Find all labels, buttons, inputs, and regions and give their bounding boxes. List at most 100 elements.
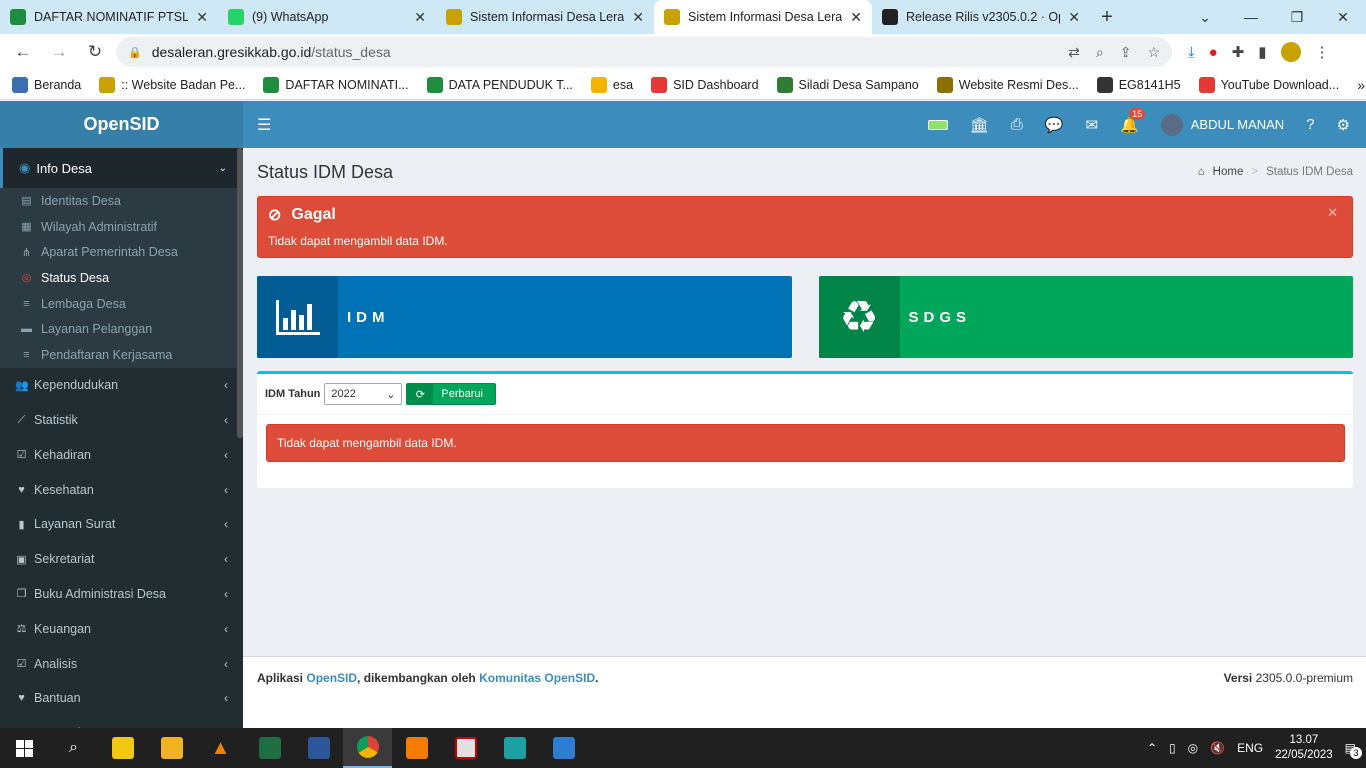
sidebar-item[interactable]: ♥ Kesehatan ‹	[0, 472, 243, 507]
user-menu[interactable]: ABDUL MANAN	[1160, 113, 1284, 136]
sidebar-item[interactable]: 👥 Kependudukan ‹	[0, 368, 243, 403]
photos-icon[interactable]	[539, 728, 588, 768]
opensid-link[interactable]: OpenSID	[306, 671, 357, 685]
tray-up-chevron-icon[interactable]: ⌃	[1147, 741, 1157, 755]
community-link[interactable]: Komunitas OpenSID	[479, 671, 595, 685]
excel-icon[interactable]	[245, 728, 294, 768]
alert-close-icon[interactable]: ✕	[1327, 205, 1338, 221]
file-explorer-icon[interactable]	[147, 728, 196, 768]
url-bar[interactable]: 🔒 desaleran.gresikkab.go.id/status_desa …	[116, 37, 1172, 67]
extension-red-icon[interactable]: ●	[1209, 44, 1218, 61]
sidebar-subitem[interactable]: ≡ Pendaftaran Kerjasama	[0, 342, 243, 368]
tab-close-icon[interactable]: ✕	[1068, 9, 1080, 26]
sidebar-subitem[interactable]: ◎ Status Desa	[0, 265, 243, 291]
sidebar-item[interactable]: ☑ Kehadiran ‹	[0, 437, 243, 472]
translate-icon[interactable]: ⇄	[1068, 44, 1080, 61]
tab-close-icon[interactable]: ✕	[850, 9, 862, 26]
bookmark-item[interactable]: :: Website Badan Pe...	[99, 76, 245, 93]
network-icon[interactable]: ◎	[1188, 741, 1198, 755]
clock[interactable]: 13.07 22/05/2023	[1275, 733, 1333, 763]
bookmark-star-icon[interactable]: ☆	[1147, 44, 1160, 61]
back-icon[interactable]: ←	[8, 37, 38, 67]
download-icon[interactable]: ⤓	[1188, 44, 1195, 61]
year-select[interactable]: 2022 ⌄	[324, 383, 403, 405]
bookmarks-bar: » Beranda:: Website Badan Pe... DAFTAR NO…	[0, 70, 1366, 100]
print-icon[interactable]: ⎙	[1011, 116, 1023, 133]
bookmark-item[interactable]: DAFTAR NOMINATI...	[263, 76, 409, 93]
menu-toggle-icon[interactable]: ☰	[257, 115, 271, 135]
action-center-icon[interactable]: ▤ 3	[1345, 741, 1362, 759]
bookmark-item[interactable]: esa	[590, 76, 633, 93]
extensions-puzzle-icon[interactable]: ✚	[1232, 43, 1245, 61]
settings-gear-icon[interactable]: ⚙	[1337, 116, 1350, 134]
browser-tab[interactable]: Sistem Informasi Desa Leran ✕	[436, 0, 654, 34]
sidebar-item[interactable]: ♥ Bantuan ‹	[0, 681, 243, 716]
sidebar-subitem[interactable]: ≡ Lembaga Desa	[0, 291, 243, 317]
bookmark-item[interactable]: DATA PENDUDUK T...	[426, 76, 573, 93]
sidebar-item[interactable]: ▣ Sekretariat ‹	[0, 542, 243, 577]
side-panel-icon[interactable]: ▮	[1258, 43, 1266, 61]
idm-info-box[interactable]: IDM	[257, 276, 792, 358]
sidebar-item[interactable]: ❐ Buku Administrasi Desa ‹	[0, 577, 243, 612]
app-logo[interactable]: OpenSID	[0, 101, 243, 148]
sidebar-item[interactable]: ▦Pertanahan‹	[0, 716, 243, 728]
sidebar-item[interactable]: ⟋ Statistik ‹	[0, 403, 243, 438]
sticky-notes-icon[interactable]	[98, 728, 147, 768]
bookmark-item[interactable]: EG8141H5	[1096, 76, 1181, 93]
bookmarks-overflow-icon[interactable]: »	[1357, 77, 1365, 93]
zoom-icon[interactable]: ⌕	[1096, 44, 1104, 61]
heartbeat-icon: ♥	[18, 483, 25, 496]
bank-icon[interactable]: 🏛	[970, 116, 989, 134]
chat-icon[interactable]: 💬	[1045, 116, 1064, 134]
tab-close-icon[interactable]: ✕	[414, 9, 426, 26]
reload-icon[interactable]: ↻	[80, 37, 110, 67]
profile-avatar[interactable]	[1280, 42, 1301, 62]
tray-device-icon[interactable]: ▯	[1169, 741, 1176, 755]
sidebar-item[interactable]: ☑ Analisis ‹	[0, 646, 243, 681]
search-icon[interactable]: ⌕	[49, 728, 98, 768]
acrobat-icon[interactable]	[441, 728, 490, 768]
tab-search-icon[interactable]: ⌄	[1182, 0, 1228, 34]
bell-icon[interactable]: 🔔 15	[1120, 107, 1146, 134]
refresh-button[interactable]: ⟳ Perbarui	[406, 383, 496, 405]
browser-tab[interactable]: DAFTAR NOMINATIF PTSL DE ✕	[0, 0, 218, 34]
pdf-app-icon[interactable]	[392, 728, 441, 768]
vlc-icon[interactable]: ▲	[196, 728, 245, 768]
restore-icon[interactable]: ❐	[1274, 0, 1320, 34]
breadcrumb-home[interactable]: Home	[1213, 166, 1244, 178]
sdgs-info-box[interactable]: ♻ SDGS	[818, 276, 1353, 358]
share-icon[interactable]: ⇪	[1120, 44, 1132, 61]
language-indicator[interactable]: ENG	[1237, 741, 1263, 755]
sidebar-item-info-desa[interactable]: ◉ Info Desa ⌄	[0, 148, 243, 188]
sidebar-item[interactable]: ⚖ Keuangan ‹	[0, 611, 243, 646]
browser-tab[interactable]: Release Rilis v2305.0.2 · Oper ✕	[872, 0, 1090, 34]
bookmark-item[interactable]: Siladi Desa Sampano	[776, 76, 919, 93]
word-icon[interactable]	[294, 728, 343, 768]
volume-mute-icon[interactable]: 🔇	[1210, 741, 1225, 755]
browser-tab[interactable]: (9) WhatsApp ✕	[218, 0, 436, 34]
chrome-icon[interactable]	[343, 728, 392, 768]
browser-menu-icon[interactable]: ⋮	[1315, 43, 1330, 61]
bookmark-item[interactable]: Beranda	[12, 76, 81, 93]
chevron-left-icon: ‹	[224, 517, 228, 532]
tab-close-icon[interactable]: ✕	[632, 9, 644, 26]
mail-icon[interactable]: ✉	[1086, 116, 1099, 134]
sidebar-subitem[interactable]: ▦ Wilayah Administratif	[0, 214, 243, 240]
sidebar-subitem[interactable]: ▤ Identitas Desa	[0, 188, 243, 214]
new-tab-button[interactable]: +	[1090, 0, 1124, 34]
forward-icon[interactable]: →	[44, 37, 74, 67]
help-icon[interactable]: ?	[1306, 116, 1314, 133]
sidebar-subitem[interactable]: ▬ Layanan Pelanggan	[0, 316, 243, 342]
minimize-icon[interactable]: —	[1228, 0, 1274, 34]
sidebar-item[interactable]: ▮ Layanan Surat ‹	[0, 507, 243, 542]
windows-start-icon[interactable]	[0, 728, 49, 768]
tab-close-icon[interactable]: ✕	[196, 9, 208, 26]
close-window-icon[interactable]: ✕	[1320, 0, 1366, 34]
bookmark-item[interactable]: Website Resmi Des...	[936, 76, 1079, 93]
bookmark-item[interactable]: SID Dashboard	[651, 76, 759, 93]
bookmark-item[interactable]: YouTube Download...	[1198, 76, 1339, 93]
browser-tab[interactable]: Sistem Informasi Desa Leran ✕	[654, 0, 872, 34]
sidebar-subitem[interactable]: ⋔ Aparat Pemerintah Desa	[0, 239, 243, 265]
battery-icon[interactable]	[927, 119, 948, 130]
app-cube-icon[interactable]	[490, 728, 539, 768]
